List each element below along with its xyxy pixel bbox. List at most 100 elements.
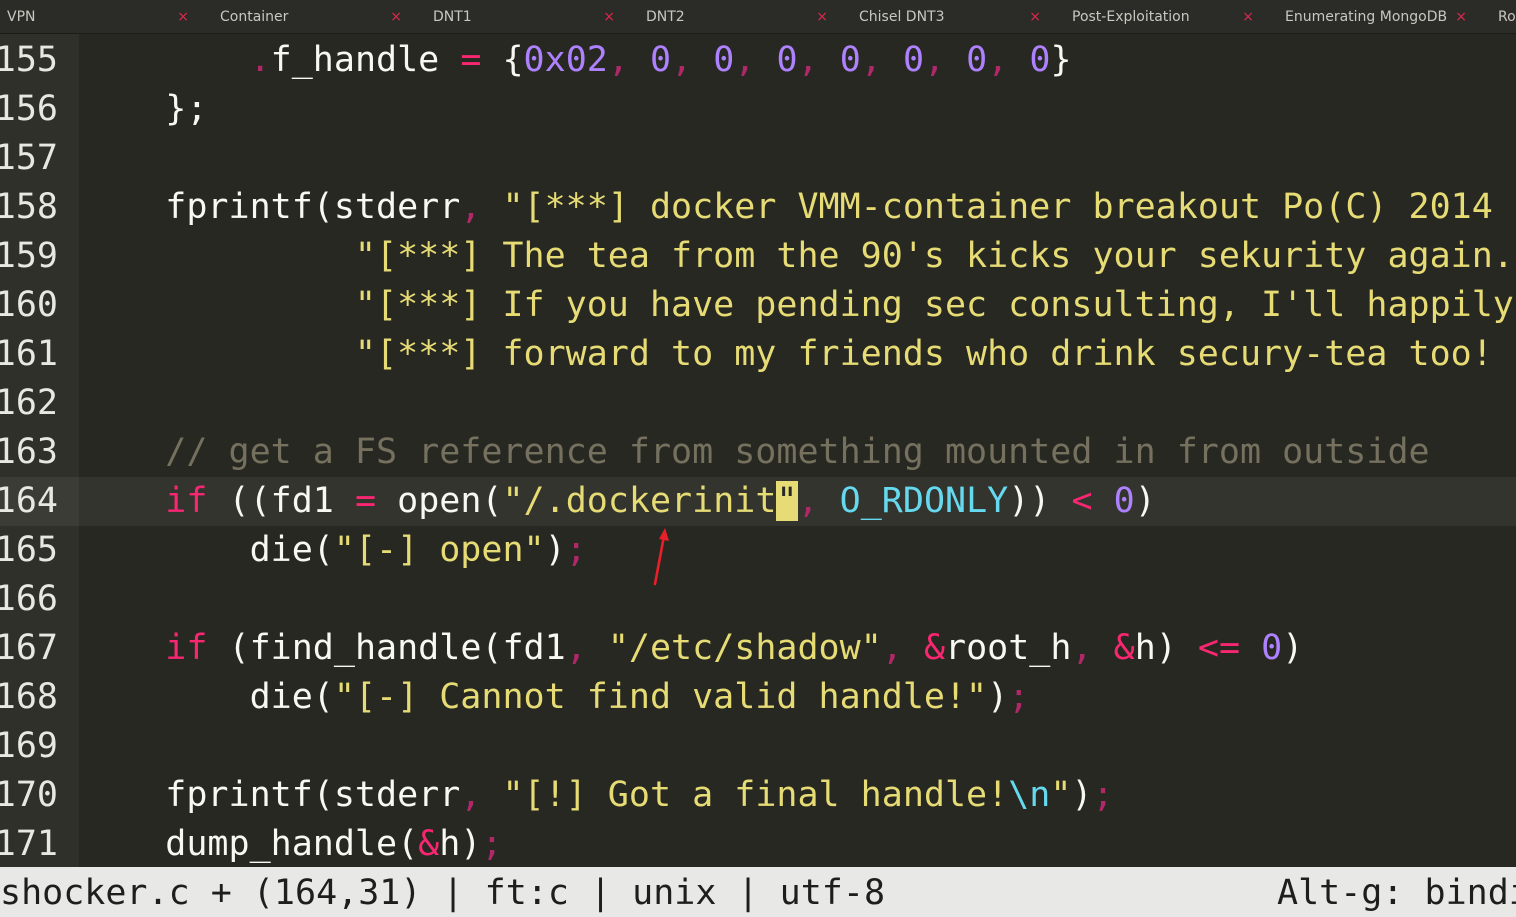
code-line[interactable]: 160 "[***] If you have pending sec consu…	[0, 281, 1516, 330]
code-token: "[***] forward to my friends who drink s…	[81, 334, 1514, 374]
close-icon[interactable]: ×	[603, 0, 615, 33]
red-arrow-annotation	[653, 528, 669, 586]
tab-label: DNT1	[433, 9, 472, 25]
line-number-text: 158	[0, 187, 58, 227]
code-line[interactable]: 155 .f_handle = {0x02, 0, 0, 0, 0, 0, 0,…	[0, 36, 1516, 85]
code-token: open(	[376, 481, 503, 521]
line-number-text: 166	[0, 579, 58, 619]
tab-vpn[interactable]: VPN ×	[0, 0, 213, 33]
code-token: 0	[650, 40, 672, 80]
code-line[interactable]: 165 die("[-] open");	[0, 526, 1516, 575]
tab-chisel-dnt3[interactable]: Chisel DNT3 ×	[852, 0, 1065, 33]
code-token: &	[418, 824, 440, 864]
tab-dnt2[interactable]: DNT2 ×	[639, 0, 852, 33]
code-token: if	[165, 628, 208, 668]
code-token: ,	[607, 40, 650, 80]
line-number-text: 159	[0, 236, 58, 276]
code-text[interactable]: "[***] If you have pending sec consultin…	[79, 281, 1516, 330]
tab-container[interactable]: Container ×	[213, 0, 426, 33]
code-text[interactable]: dump_handle(&h);	[79, 820, 1516, 867]
code-text[interactable]	[79, 134, 1516, 183]
line-number: 166	[0, 575, 79, 624]
close-icon[interactable]: ×	[816, 0, 828, 33]
code-text[interactable]: die("[-] open");	[79, 526, 1516, 575]
tab-label: Enumerating MongoDB	[1285, 9, 1448, 25]
code-token: {	[481, 40, 524, 80]
code-token: ,	[881, 628, 924, 668]
line-number-text: 160	[0, 285, 58, 325]
code-token: fprintf(stderr	[81, 775, 461, 815]
code-text[interactable]	[79, 722, 1516, 771]
code-line[interactable]: 168 die("[-] Cannot find valid handle!")…	[0, 673, 1516, 722]
close-icon[interactable]: ×	[390, 0, 402, 33]
code-text[interactable]: die("[-] Cannot find valid handle!");	[79, 673, 1516, 722]
code-line[interactable]: 169	[0, 722, 1516, 771]
code-text[interactable]: if (find_handle(fd1, "/etc/shadow", &roo…	[79, 624, 1516, 673]
code-token: 0	[966, 40, 988, 80]
code-token: )	[1282, 628, 1304, 668]
close-icon[interactable]: ×	[1455, 0, 1467, 33]
line-number-text: 171	[0, 824, 58, 864]
close-icon[interactable]: ×	[1242, 0, 1254, 33]
code-text[interactable]: "[***] The tea from the 90's kicks your …	[79, 232, 1516, 281]
code-line[interactable]: 171 dump_handle(&h);	[0, 820, 1516, 867]
code-text[interactable]: // get a FS reference from something mou…	[79, 428, 1516, 477]
code-token: 0	[776, 40, 798, 80]
line-number-text: 162	[0, 383, 58, 423]
code-text[interactable]: };	[79, 85, 1516, 134]
tab-bar: VPN × Container × DNT1 × DNT2 × Chisel DNT3 × Post…	[0, 0, 1516, 34]
code-token: =	[354, 481, 377, 521]
code-line[interactable]: 164 if ((fd1 = open("/.dockerinit", O_RD…	[0, 477, 1516, 526]
code-text[interactable]: "[***] forward to my friends who drink s…	[79, 330, 1516, 379]
code-token: ))	[1008, 481, 1072, 521]
line-number-text: 157	[0, 138, 58, 178]
code-token: 0x02	[523, 40, 608, 80]
code-token: <	[1071, 481, 1093, 521]
close-icon[interactable]: ×	[1029, 0, 1041, 33]
code-token: "/.dockerinit	[502, 481, 777, 521]
code-text[interactable]: if ((fd1 = open("/.dockerinit", O_RDONLY…	[79, 477, 1516, 526]
tab-enumerating-mongodb[interactable]: Enumerating MongoDB ×	[1278, 0, 1491, 33]
code-text[interactable]: .f_handle = {0x02, 0, 0, 0, 0, 0, 0, 0}	[79, 36, 1516, 85]
code-line[interactable]: 170 fprintf(stderr, "[!] Got a final han…	[0, 771, 1516, 820]
line-number: 171	[0, 820, 79, 867]
close-icon[interactable]: ×	[177, 0, 189, 33]
line-number: 162	[0, 379, 79, 428]
code-line[interactable]: 161 "[***] forward to my friends who dri…	[0, 330, 1516, 379]
code-text[interactable]	[79, 575, 1516, 624]
line-number-text: 165	[0, 530, 58, 570]
code-line[interactable]: 163 // get a FS reference from something…	[0, 428, 1516, 477]
tab-roo[interactable]: Roo	[1491, 0, 1516, 33]
code-line[interactable]: 167 if (find_handle(fd1, "/etc/shadow", …	[0, 624, 1516, 673]
tab-label: Roo	[1498, 9, 1516, 25]
line-number-text: 167	[0, 628, 58, 668]
line-number: 158	[0, 183, 79, 232]
tab-post-exploitation[interactable]: Post-Exploitation ×	[1065, 0, 1278, 33]
line-number: 163	[0, 428, 79, 477]
code-line[interactable]: 156 };	[0, 85, 1516, 134]
code-token: ,	[671, 40, 714, 80]
line-number-text: 156	[0, 89, 58, 129]
code-token: (find_handle(fd1	[207, 628, 566, 668]
code-token: 0	[839, 40, 861, 80]
code-text[interactable]	[79, 379, 1516, 428]
code-line[interactable]: 158 fprintf(stderr, "[***] docker VMM-co…	[0, 183, 1516, 232]
code-line[interactable]: 166	[0, 575, 1516, 624]
code-token: 0	[902, 40, 925, 80]
code-token: "[***] docker VMM-container breakout Po(…	[502, 187, 1514, 227]
code-token: ,	[460, 775, 503, 815]
code-token: O_RDONLY	[839, 481, 1009, 521]
code-text[interactable]: fprintf(stderr, "[!] Got a final handle!…	[79, 771, 1516, 820]
tab-dnt1[interactable]: DNT1 ×	[426, 0, 639, 33]
code-line[interactable]: 159 "[***] The tea from the 90's kicks y…	[0, 232, 1516, 281]
line-number: 165	[0, 526, 79, 575]
code-editor[interactable]: 155 .f_handle = {0x02, 0, 0, 0, 0, 0, 0,…	[0, 34, 1516, 867]
code-token: "	[1050, 775, 1072, 815]
status-bar: shocker.c + (164,31) | ft:c | unix | utf…	[0, 867, 1516, 917]
code-line[interactable]: 162	[0, 379, 1516, 428]
code-token: "[***] The tea from the 90's kicks your …	[81, 236, 1516, 276]
code-line[interactable]: 157	[0, 134, 1516, 183]
code-token: )	[1071, 775, 1093, 815]
code-text[interactable]: fprintf(stderr, "[***] docker VMM-contai…	[79, 183, 1516, 232]
